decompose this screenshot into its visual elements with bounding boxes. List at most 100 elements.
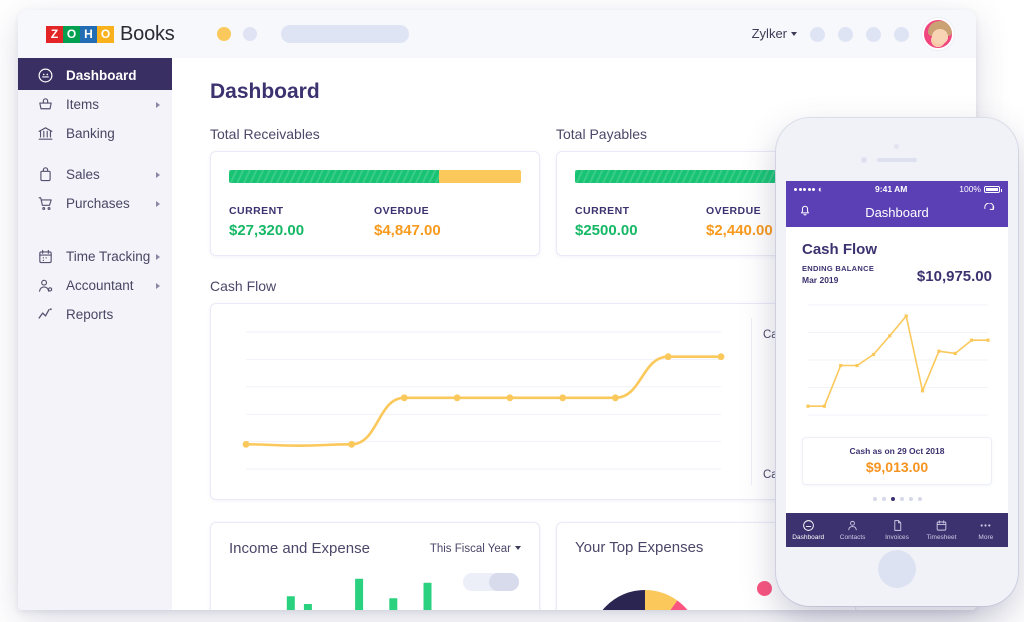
battery-icon [984,186,1000,193]
topbar-icon-3[interactable] [866,27,881,42]
sidebar-gap-2 [18,218,172,230]
gauge-icon [36,67,54,85]
phone-battery-area: 100% [959,184,1000,194]
org-name: Zylker [752,26,787,41]
avatar[interactable] [922,18,954,50]
receivables-card: CURRENT $27,320.00 OVERDUE $4,847.00 [210,151,540,256]
basket-icon [36,96,54,114]
receivables-progress-current [229,170,439,183]
receivables-current: CURRENT $27,320.00 [229,205,374,239]
org-switcher[interactable]: Zylker [752,25,797,43]
sidebar-item-sales[interactable]: Sales [18,160,172,189]
ellipsis-icon [978,519,993,532]
sidebar-item-dashboard[interactable]: Dashboard [18,61,172,90]
sidebar-gap-3 [18,230,172,242]
cashflow-chart [211,304,746,499]
phone-cashflow-chart [802,297,992,425]
sidebar-item-time-tracking[interactable]: Time Tracking [18,242,172,271]
sidebar-item-reports[interactable]: Reports [18,300,172,329]
sidebar-item-label: Reports [66,307,113,322]
phone-tab-contacts[interactable]: Contacts [830,513,874,547]
topbar-right: Zylker [752,18,954,50]
sidebar-item-banking[interactable]: Banking [18,119,172,148]
phone-speaker [877,158,917,162]
sidebar-item-label: Time Tracking [66,249,150,264]
phone-content: Cash Flow ENDING BALANCE Mar 2019 $10,97… [786,227,1008,501]
screenshot-stage: Z O H O Books Zylker [0,0,1024,622]
gauge-icon [802,519,815,532]
phone-signal-area: ◐ [794,184,823,194]
browser-topbar: Z O H O Books Zylker [18,10,976,58]
topbar-icon-4[interactable] [894,27,909,42]
phone-tab-label: Contacts [840,534,866,541]
phone-cash-box: Cash as on 29 Oct 2018 $9,013.00 [802,437,992,485]
phone-tab-label: Timesheet [926,534,956,541]
phone-page-dots[interactable] [802,497,992,501]
topbar-icon-1[interactable] [810,27,825,42]
phone-cash-amount: $9,013.00 [803,459,991,475]
sidebar-item-accountant[interactable]: Accountant [18,271,172,300]
sidebar-item-purchases[interactable]: Purchases [18,189,172,218]
phone-tab-timesheet[interactable]: Timesheet [919,513,963,547]
receivables-amounts: CURRENT $27,320.00 OVERDUE $4,847.00 [229,205,521,239]
phone-tab-invoices[interactable]: Invoices [875,513,919,547]
receivables-progress-bar [229,170,521,183]
cashflow-card: Cash as o Cash as o [210,303,856,500]
phone-camera-icon [894,144,899,149]
phone-balance-row: ENDING BALANCE Mar 2019 $10,975.00 [802,264,992,285]
calendar-icon [36,248,54,266]
sidebar-item-label: Dashboard [66,68,137,83]
sidebar: Dashboard Items Banking [18,58,172,610]
logo-letter-o2: O [97,26,114,43]
bank-icon [36,125,54,143]
income-expense-filter[interactable]: This Fiscal Year [430,539,521,557]
income-expense-title: Income and Expense [229,540,370,557]
top-expenses-title: Your Top Expenses [575,539,703,556]
cart-icon [36,195,54,213]
payables-current: CURRENT $2500.00 [575,205,706,239]
payables-progress-current [575,170,777,183]
income-expense-card: Income and Expense This Fiscal Year [210,522,540,610]
income-expense-toggle[interactable] [463,573,519,591]
logo-letter-h: H [80,26,97,43]
page-title: Dashboard [210,80,976,104]
person-icon [36,277,54,295]
chevron-right-icon [156,201,160,207]
receivables-progress-overdue [439,170,521,183]
refresh-icon[interactable] [982,203,996,222]
sidebar-item-label: Purchases [66,196,130,211]
receivables-overdue: OVERDUE $4,847.00 [374,205,519,239]
phone-chart-svg [802,297,992,425]
phone-balance-left: ENDING BALANCE Mar 2019 [802,264,874,285]
address-bar[interactable] [281,25,409,43]
total-receivables-section: Total Receivables CURRENT $27,320.00 [210,126,540,256]
topbar-icon-2[interactable] [838,27,853,42]
cashflow-chart-svg [211,304,746,501]
phone-balance-label: ENDING BALANCE [802,264,874,273]
legend-swatch-automobile [757,581,772,596]
app-brand: Z O H O Books [46,23,175,46]
chevron-down-icon [791,32,797,36]
window-dot-grey[interactable] [243,27,257,41]
sidebar-item-items[interactable]: Items [18,90,172,119]
bell-icon[interactable] [798,203,812,222]
logo-letter-o1: O [63,26,80,43]
signal-icon [794,188,815,191]
sidebar-item-label: Items [66,97,99,112]
phone-balance-month: Mar 2019 [802,275,874,285]
phone-device: ◐ 9:41 AM 100% Dashboard [776,118,1018,606]
phone-tab-dashboard[interactable]: Dashboard [786,513,830,547]
window-dot-yellow[interactable] [217,27,231,41]
receivables-overdue-label: OVERDUE [374,205,519,217]
phone-tab-label: More [978,534,993,541]
income-expense-head: Income and Expense This Fiscal Year [211,523,539,557]
phone-home-button[interactable] [878,550,916,588]
chevron-right-icon [156,283,160,289]
receivables-body: CURRENT $27,320.00 OVERDUE $4,847.00 [211,152,539,255]
sidebar-item-label: Banking [66,126,115,141]
logo-letter-z: Z [46,26,63,43]
phone-screen: ◐ 9:41 AM 100% Dashboard [786,181,1008,547]
receivables-label: Total Receivables [210,126,540,142]
top-expenses-pie-svg [573,571,723,610]
phone-tab-more[interactable]: More [964,513,1008,547]
